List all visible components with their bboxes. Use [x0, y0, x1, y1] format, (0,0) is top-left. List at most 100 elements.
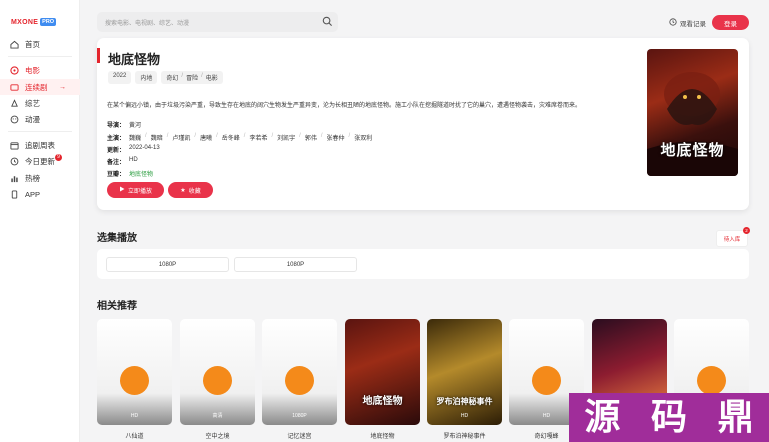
history-link[interactable]: 观看记录 — [669, 18, 706, 28]
tag-year[interactable]: 2022 — [108, 71, 132, 84]
quality-badge: 高清 — [212, 413, 223, 419]
variety-icon — [10, 98, 19, 108]
search-icon[interactable] — [322, 16, 333, 29]
cast-link[interactable]: 唐曦 — [200, 133, 212, 142]
placeholder-image — [120, 366, 149, 395]
quality-badge: HD — [460, 413, 469, 419]
chart-icon — [10, 174, 19, 183]
play-label: 立即播放 — [127, 188, 152, 195]
cast-link[interactable]: 郭伟 — [305, 133, 317, 142]
star-icon: ★ — [180, 187, 186, 194]
info-cast: 主演： 魏巍 / 魏暗 / 卢瑾凯 / 唐曦 / 岳冬峰 / 李若希 / 刘凯宇 / 郭伟 / … — [107, 133, 373, 142]
sidebar-item-home[interactable]: 首页 — [0, 36, 80, 52]
recommend-name[interactable]: 地底怪物 — [345, 431, 420, 440]
recommend-name[interactable]: 记忆迷宫 — [262, 431, 337, 440]
pending-tab-label: 待入库 — [723, 236, 741, 243]
search-input[interactable]: 搜索电影、电视剧、综艺、动漫 — [97, 12, 338, 32]
sidebar-item-today[interactable]: 今日更新 9 — [0, 153, 80, 169]
episode-list: 1080P 1080P — [97, 249, 749, 279]
logo-badge: PRO — [40, 18, 57, 26]
tag-region[interactable]: 内地 — [135, 71, 158, 84]
cast-link[interactable]: 魏暗 — [151, 133, 163, 142]
home-icon — [10, 40, 19, 49]
recommend-card[interactable]: 罗布泊神秘事件 HD — [427, 319, 502, 425]
sidebar-item-label: 连续剧 — [25, 82, 48, 92]
placeholder-image — [697, 366, 726, 395]
episodes-title: 选集播放 — [97, 233, 137, 244]
cast-link[interactable]: 魏巍 — [129, 133, 141, 142]
tv-icon — [10, 83, 19, 92]
phone-icon — [10, 189, 19, 199]
cast-link[interactable]: 岳冬峰 — [222, 133, 240, 142]
info-label: 主演： — [107, 136, 126, 142]
sidebar-item-label: 今日更新 — [25, 156, 55, 166]
cast-link[interactable]: 张双利 — [354, 133, 372, 142]
clock-icon — [10, 157, 19, 166]
cast-link[interactable]: 卢瑾凯 — [172, 133, 190, 142]
placeholder-image — [203, 366, 232, 395]
sidebar-item-movie[interactable]: 电影 — [0, 62, 80, 78]
quality-badge: HD — [130, 413, 139, 419]
placeholder-image — [285, 366, 314, 395]
douban-link[interactable]: 地底怪物 — [129, 169, 153, 178]
title-accent — [97, 48, 100, 63]
sidebar-item-label: 首页 — [25, 39, 40, 49]
recommend-card[interactable]: HD — [97, 319, 172, 425]
sidebar-item-hot[interactable]: 热榜 — [0, 170, 80, 186]
sidebar-item-series[interactable]: 连续剧 → — [0, 79, 80, 95]
sidebar-item-variety[interactable]: 综艺 — [0, 95, 80, 111]
tag-genre[interactable]: 电影 — [206, 73, 218, 82]
info-douban: 豆瓣： 地底怪物 — [107, 169, 153, 178]
cast-link[interactable]: 张春仲 — [327, 133, 345, 142]
play-icon — [119, 186, 125, 194]
login-button[interactable]: 登录 — [712, 15, 749, 30]
info-updated: 更新： 2022-04-13 — [107, 145, 160, 154]
sidebar-item-label: 电影 — [25, 65, 40, 75]
recommend-card[interactable]: 高清 — [180, 319, 255, 425]
recommend-name[interactable]: 空中之境 — [180, 431, 255, 440]
watermark-char: 鼎 — [717, 396, 754, 438]
cast-link[interactable]: 刘凯宇 — [277, 133, 295, 142]
sidebar-item-anime[interactable]: 动漫 — [0, 111, 80, 127]
director-link[interactable]: 黄河 — [129, 120, 141, 129]
poster-title: 罗布泊神秘事件 — [436, 397, 493, 406]
poster-image[interactable]: 地底怪物 — [647, 49, 738, 176]
info-director: 导演： 黄河 — [107, 120, 141, 129]
sidebar: MXONE PRO 首页 电影 连续剧 → 综艺 动漫 追剧周表 今日更新 9 … — [0, 0, 80, 442]
sidebar-item-following[interactable]: 追剧周表 — [0, 137, 80, 153]
logo[interactable]: MXONE PRO — [11, 18, 57, 26]
cast-link[interactable]: 李若希 — [249, 133, 267, 142]
sidebar-item-label: 追剧周表 — [25, 140, 55, 150]
sidebar-item-app[interactable]: APP — [0, 186, 80, 202]
tag-genre[interactable]: 冒险 — [186, 73, 198, 82]
info-note: 备注： HD — [107, 157, 138, 166]
film-icon — [10, 65, 19, 75]
info-label: 备注： — [107, 160, 126, 166]
calendar-icon — [10, 141, 19, 150]
arrow-right-icon: → — [59, 83, 66, 91]
watermark: 源 码 鼎 — [569, 393, 769, 442]
recommend-name[interactable]: 罗布泊神秘事件 — [427, 431, 502, 440]
today-badge: 9 — [55, 154, 62, 161]
favorite-button[interactable]: ★ 收藏 — [168, 182, 213, 198]
sidebar-item-label: 动漫 — [25, 114, 40, 124]
info-label: 豆瓣： — [107, 172, 126, 178]
tag-genres: 奇幻 / 冒险 / 电影 — [161, 71, 223, 84]
search-placeholder: 搜索电影、电视剧、综艺、动漫 — [105, 21, 190, 27]
detail-card: 地底怪物 2022 内地 奇幻 / 冒险 / 电影 在某个偏远小镇，由于垃圾污染严重… — [97, 38, 749, 210]
recommend-card[interactable]: 1080P — [262, 319, 337, 425]
history-label: 观看记录 — [680, 21, 706, 28]
recommend-card[interactable]: 地底怪物 — [345, 319, 420, 425]
placeholder-image — [532, 366, 561, 395]
note-value: HD — [129, 157, 138, 163]
episode-button[interactable]: 1080P — [106, 257, 229, 272]
favorite-label: 收藏 — [188, 188, 201, 195]
watermark-char: 码 — [650, 396, 687, 438]
pending-tab[interactable]: 待入库 2 — [716, 227, 750, 247]
poster-title: 地底怪物 — [660, 142, 725, 159]
play-button[interactable]: 立即播放 — [107, 182, 164, 198]
episode-button[interactable]: 1080P — [234, 257, 357, 272]
recommend-name[interactable]: 八仙道 — [97, 431, 172, 440]
tag-genre[interactable]: 奇幻 — [166, 73, 178, 82]
clock-icon — [669, 18, 677, 28]
